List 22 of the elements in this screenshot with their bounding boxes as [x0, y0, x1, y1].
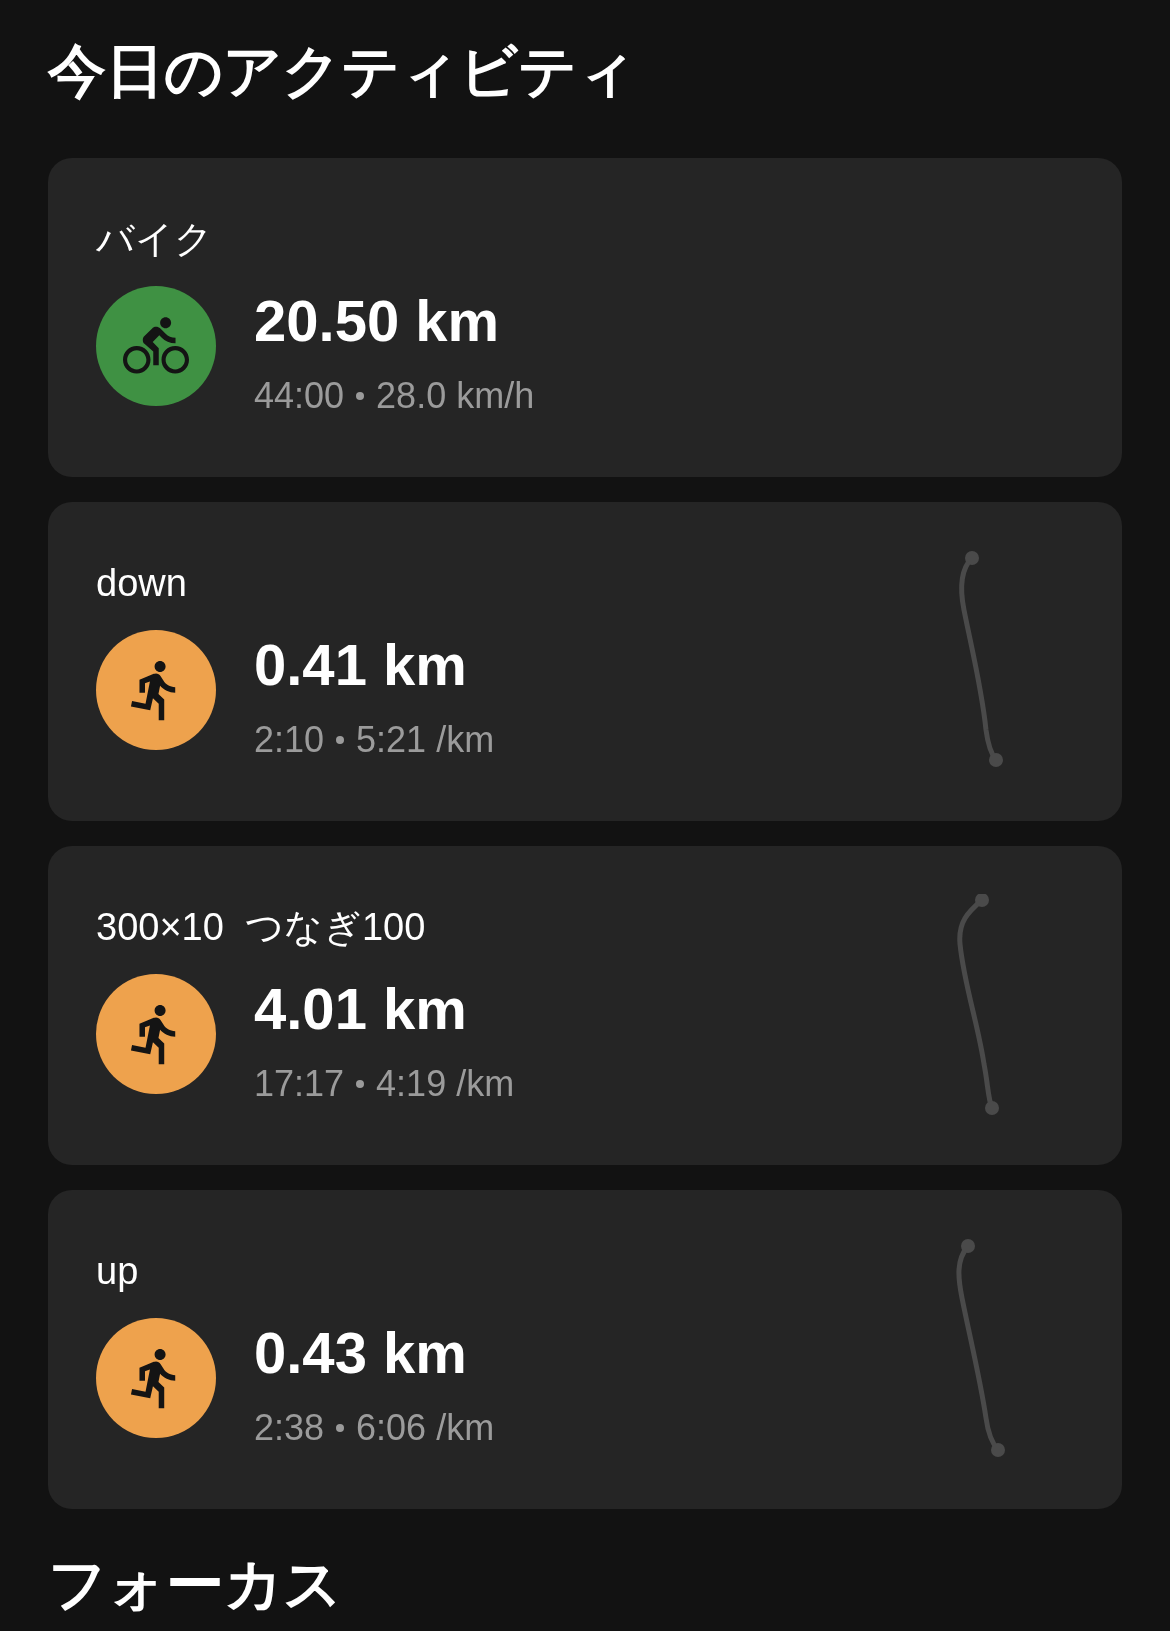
- duration-value: 2:10: [254, 722, 325, 759]
- duration-value: 17:17: [254, 1066, 345, 1103]
- rate-value: 28.0 km/h: [376, 378, 535, 415]
- rate-value: 6:06 /km: [356, 1410, 495, 1447]
- rate-value: 5:21 /km: [356, 722, 495, 759]
- duration-value: 2:38: [254, 1410, 325, 1447]
- activity-name: バイク: [96, 220, 213, 259]
- distance-value: 0.41 km: [254, 636, 467, 695]
- section-title: フォーカス: [48, 1549, 342, 1618]
- activity-card[interactable]: down 0.41 km 2:10 5:21 /km: [48, 501, 1122, 821]
- distance-value: 0.43 km: [254, 1324, 467, 1383]
- distance-value: 20.50 km: [254, 292, 500, 351]
- activity-name: down: [96, 564, 187, 603]
- activity-name: 300×10 つなぎ100: [96, 908, 426, 947]
- activity-card[interactable]: up 0.43 km 2:38 6:06 /km: [48, 1189, 1122, 1509]
- activity-card[interactable]: バイク 20.50 km 44:00 28.0 km/h: [48, 157, 1122, 477]
- section-title: 今日のアクティビティ: [48, 37, 636, 105]
- rate-value: 4:19 /km: [376, 1066, 515, 1103]
- distance-value: 4.01 km: [254, 980, 467, 1039]
- duration-value: 44:00: [254, 378, 345, 415]
- activity-name: up: [96, 1252, 139, 1291]
- activity-card[interactable]: 300×10 つなぎ100 4.01 km 17:17 4:19 /km: [48, 845, 1122, 1165]
